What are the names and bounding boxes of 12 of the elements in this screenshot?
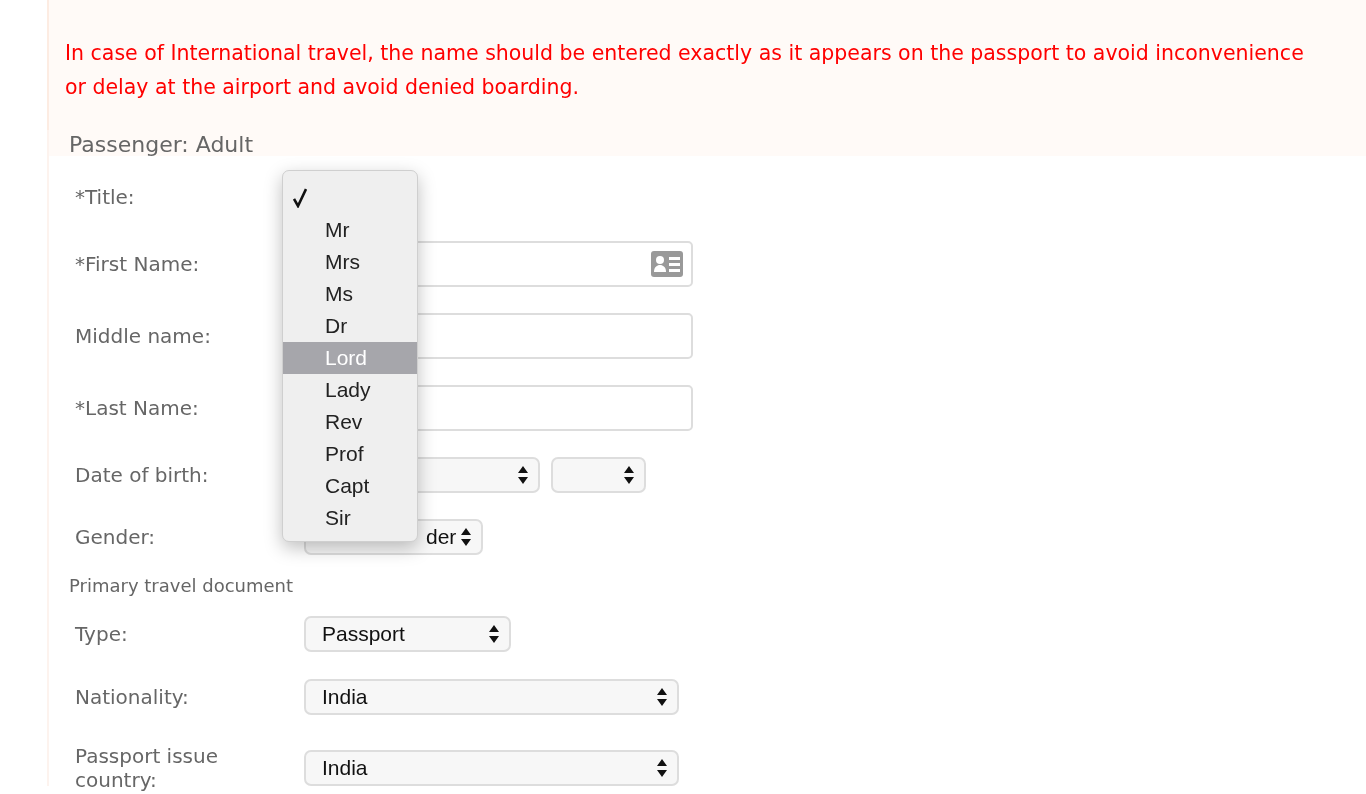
passenger-heading: Passenger: Adult: [69, 131, 255, 159]
field-label: Passport issue country:: [75, 744, 219, 792]
section-heading: Primary travel document: [69, 574, 295, 598]
field-label: Nationality:: [75, 685, 190, 709]
field-label: *Last Name:: [75, 396, 200, 420]
field-label: *First Name:: [75, 252, 201, 276]
field-label: Date of birth:: [75, 463, 210, 487]
field-label: Type:: [75, 622, 129, 646]
field-label: *Title:: [75, 185, 136, 209]
field-label: Middle name:: [75, 324, 212, 348]
field-label: Gender:: [75, 525, 157, 549]
warning-notice: In case of International travel, the name should be entered exactly as it appears on the passport to avoid inconvenience or delay at the airport and avoid denied boarding.: [65, 40, 1305, 101]
